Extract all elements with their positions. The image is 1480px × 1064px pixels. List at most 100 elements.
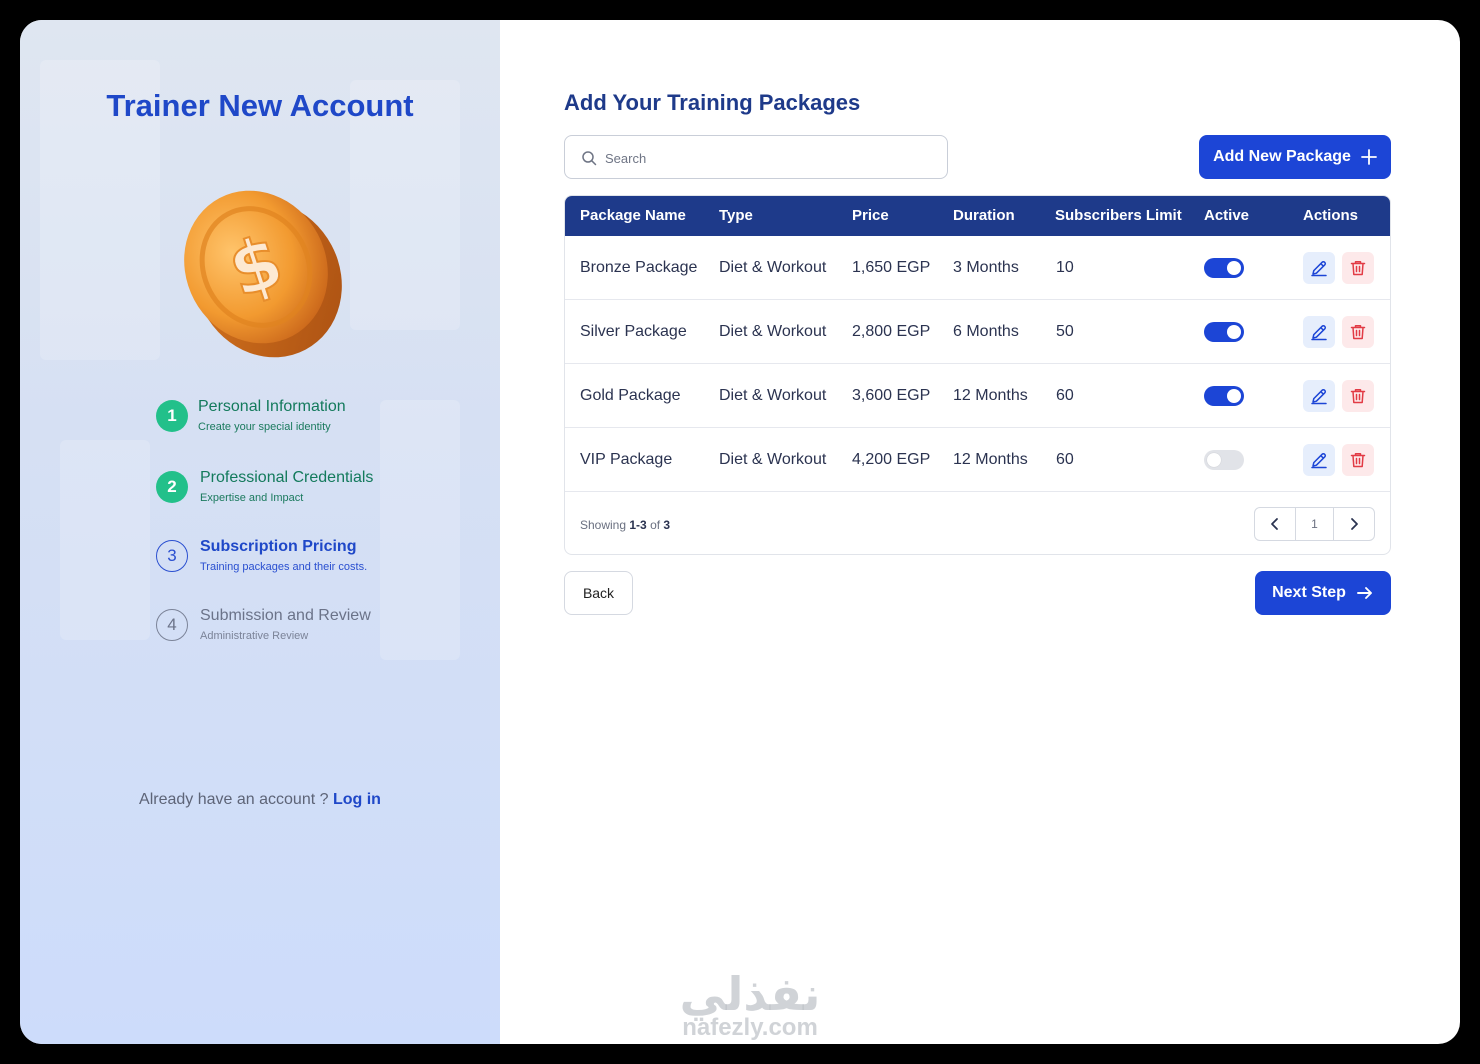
table-row: Gold Package Diet & Workout 3,600 EGP 12… bbox=[565, 364, 1390, 428]
trash-icon bbox=[1350, 389, 1366, 404]
search-icon bbox=[582, 151, 597, 166]
add-new-package-label: Add New Package bbox=[1213, 148, 1351, 165]
pagination: 1 bbox=[1254, 507, 1375, 541]
step-number: 1 bbox=[156, 400, 188, 432]
step-number: 2 bbox=[156, 471, 188, 503]
package-duration: 3 Months bbox=[953, 259, 1019, 276]
trash-icon bbox=[1350, 453, 1366, 468]
trash-icon bbox=[1350, 325, 1366, 340]
column-header: Active bbox=[1204, 207, 1250, 224]
package-limit: 10 bbox=[1056, 259, 1074, 276]
package-price: 4,200 EGP bbox=[852, 451, 931, 468]
package-name: VIP Package bbox=[580, 451, 673, 468]
previous-page-button[interactable] bbox=[1255, 508, 1295, 540]
delete-button[interactable] bbox=[1342, 316, 1374, 348]
coin-illustration: $ bbox=[184, 190, 342, 358]
pencil-icon bbox=[1311, 452, 1327, 469]
package-limit: 60 bbox=[1056, 387, 1074, 404]
active-toggle[interactable] bbox=[1204, 386, 1244, 406]
package-price: 3,600 EGP bbox=[852, 387, 931, 404]
step-number: 3 bbox=[156, 540, 188, 572]
edit-button[interactable] bbox=[1303, 380, 1335, 412]
column-header: Duration bbox=[953, 207, 1015, 224]
column-header: Package Name bbox=[580, 207, 686, 224]
package-duration: 12 Months bbox=[953, 451, 1028, 468]
showing-range: 1-3 bbox=[629, 518, 647, 532]
edit-button[interactable] bbox=[1303, 252, 1335, 284]
step-subscription-pricing[interactable]: 3 Subscription Pricing Training packages… bbox=[156, 538, 476, 578]
delete-button[interactable] bbox=[1342, 252, 1374, 284]
next-step-button[interactable]: Next Step bbox=[1255, 571, 1391, 615]
column-header: Actions bbox=[1303, 207, 1359, 224]
package-name: Bronze Package bbox=[580, 259, 698, 276]
edit-button[interactable] bbox=[1303, 316, 1335, 348]
add-new-package-button[interactable]: Add New Package bbox=[1199, 135, 1391, 179]
step-title: Submission and Review bbox=[200, 607, 371, 624]
step-submission-and-review[interactable]: 4 Submission and Review Administrative R… bbox=[156, 607, 476, 647]
delete-button[interactable] bbox=[1342, 444, 1374, 476]
table-header: Package Name Type Price Duration Subscri… bbox=[565, 196, 1390, 236]
active-toggle[interactable] bbox=[1204, 322, 1244, 342]
table-row: Silver Package Diet & Workout 2,800 EGP … bbox=[565, 300, 1390, 364]
next-page-button[interactable] bbox=[1334, 508, 1374, 540]
step-personal-information[interactable]: 1 Personal Information Create your speci… bbox=[156, 398, 476, 438]
toggle-knob bbox=[1227, 261, 1241, 275]
table-row: Bronze Package Diet & Workout 1,650 EGP … bbox=[565, 236, 1390, 300]
signup-title: Trainer New Account bbox=[106, 88, 414, 123]
edit-button[interactable] bbox=[1303, 444, 1335, 476]
package-type: Diet & Workout bbox=[719, 323, 827, 340]
package-duration: 12 Months bbox=[953, 387, 1028, 404]
showing-of: of bbox=[650, 518, 661, 532]
column-header: Price bbox=[852, 207, 889, 224]
plus-icon bbox=[1361, 149, 1377, 165]
package-type: Diet & Workout bbox=[719, 259, 827, 276]
package-name: Silver Package bbox=[580, 323, 687, 340]
trash-icon bbox=[1350, 261, 1366, 276]
next-step-label: Next Step bbox=[1272, 584, 1346, 601]
step-subtitle: Expertise and Impact bbox=[200, 492, 304, 504]
package-type: Diet & Workout bbox=[719, 451, 827, 468]
showing-total: 3 bbox=[663, 518, 671, 532]
step-subtitle: Training packages and their costs. bbox=[200, 561, 368, 573]
step-number: 4 bbox=[156, 609, 188, 641]
active-toggle[interactable] bbox=[1204, 258, 1244, 278]
pagination-summary: Showing 1-3 of 3 bbox=[580, 518, 670, 532]
step-title: Personal Information bbox=[198, 398, 346, 415]
delete-button[interactable] bbox=[1342, 380, 1374, 412]
chevron-right-icon bbox=[1351, 518, 1358, 530]
search-input[interactable] bbox=[605, 146, 925, 170]
package-limit: 60 bbox=[1056, 451, 1074, 468]
showing-prefix: Showing bbox=[580, 518, 627, 532]
login-prompt: Already have an account ? Log in bbox=[20, 791, 500, 809]
column-header: Subscribers Limit bbox=[1055, 207, 1182, 224]
packages-table: Package Name Type Price Duration Subscri… bbox=[564, 195, 1391, 555]
login-link[interactable]: Log in bbox=[333, 791, 381, 808]
step-title: Subscription Pricing bbox=[200, 538, 357, 555]
active-toggle[interactable] bbox=[1204, 450, 1244, 470]
package-type: Diet & Workout bbox=[719, 387, 827, 404]
arrow-right-icon bbox=[1356, 587, 1372, 599]
search-box[interactable] bbox=[564, 135, 948, 179]
package-duration: 6 Months bbox=[953, 323, 1019, 340]
login-prompt-text: Already have an account ? bbox=[139, 791, 329, 808]
toggle-knob bbox=[1207, 453, 1221, 467]
column-header: Type bbox=[719, 207, 753, 224]
package-limit: 50 bbox=[1056, 323, 1074, 340]
package-price: 2,800 EGP bbox=[852, 323, 931, 340]
chevron-left-icon bbox=[1271, 518, 1278, 530]
watermark: نفذلي nafezly.com bbox=[650, 968, 850, 1040]
toggle-knob bbox=[1227, 389, 1241, 403]
table-row: VIP Package Diet & Workout 4,200 EGP 12 … bbox=[565, 428, 1390, 492]
pencil-icon bbox=[1311, 324, 1327, 341]
watermark-arabic: نفذلي bbox=[679, 967, 821, 1021]
pencil-icon bbox=[1311, 260, 1327, 277]
toggle-knob bbox=[1227, 325, 1241, 339]
step-professional-credentials[interactable]: 2 Professional Credentials Expertise and… bbox=[156, 469, 476, 509]
pencil-icon bbox=[1311, 388, 1327, 405]
app-window: Trainer New Account $ 1 Personal Informa… bbox=[20, 20, 1460, 1044]
page-title: Add Your Training Packages bbox=[564, 90, 861, 115]
back-button[interactable]: Back bbox=[564, 571, 633, 615]
signup-sidebar: Trainer New Account $ 1 Personal Informa… bbox=[20, 20, 500, 1044]
package-name: Gold Package bbox=[580, 387, 681, 404]
page-number-button[interactable]: 1 bbox=[1295, 508, 1334, 540]
